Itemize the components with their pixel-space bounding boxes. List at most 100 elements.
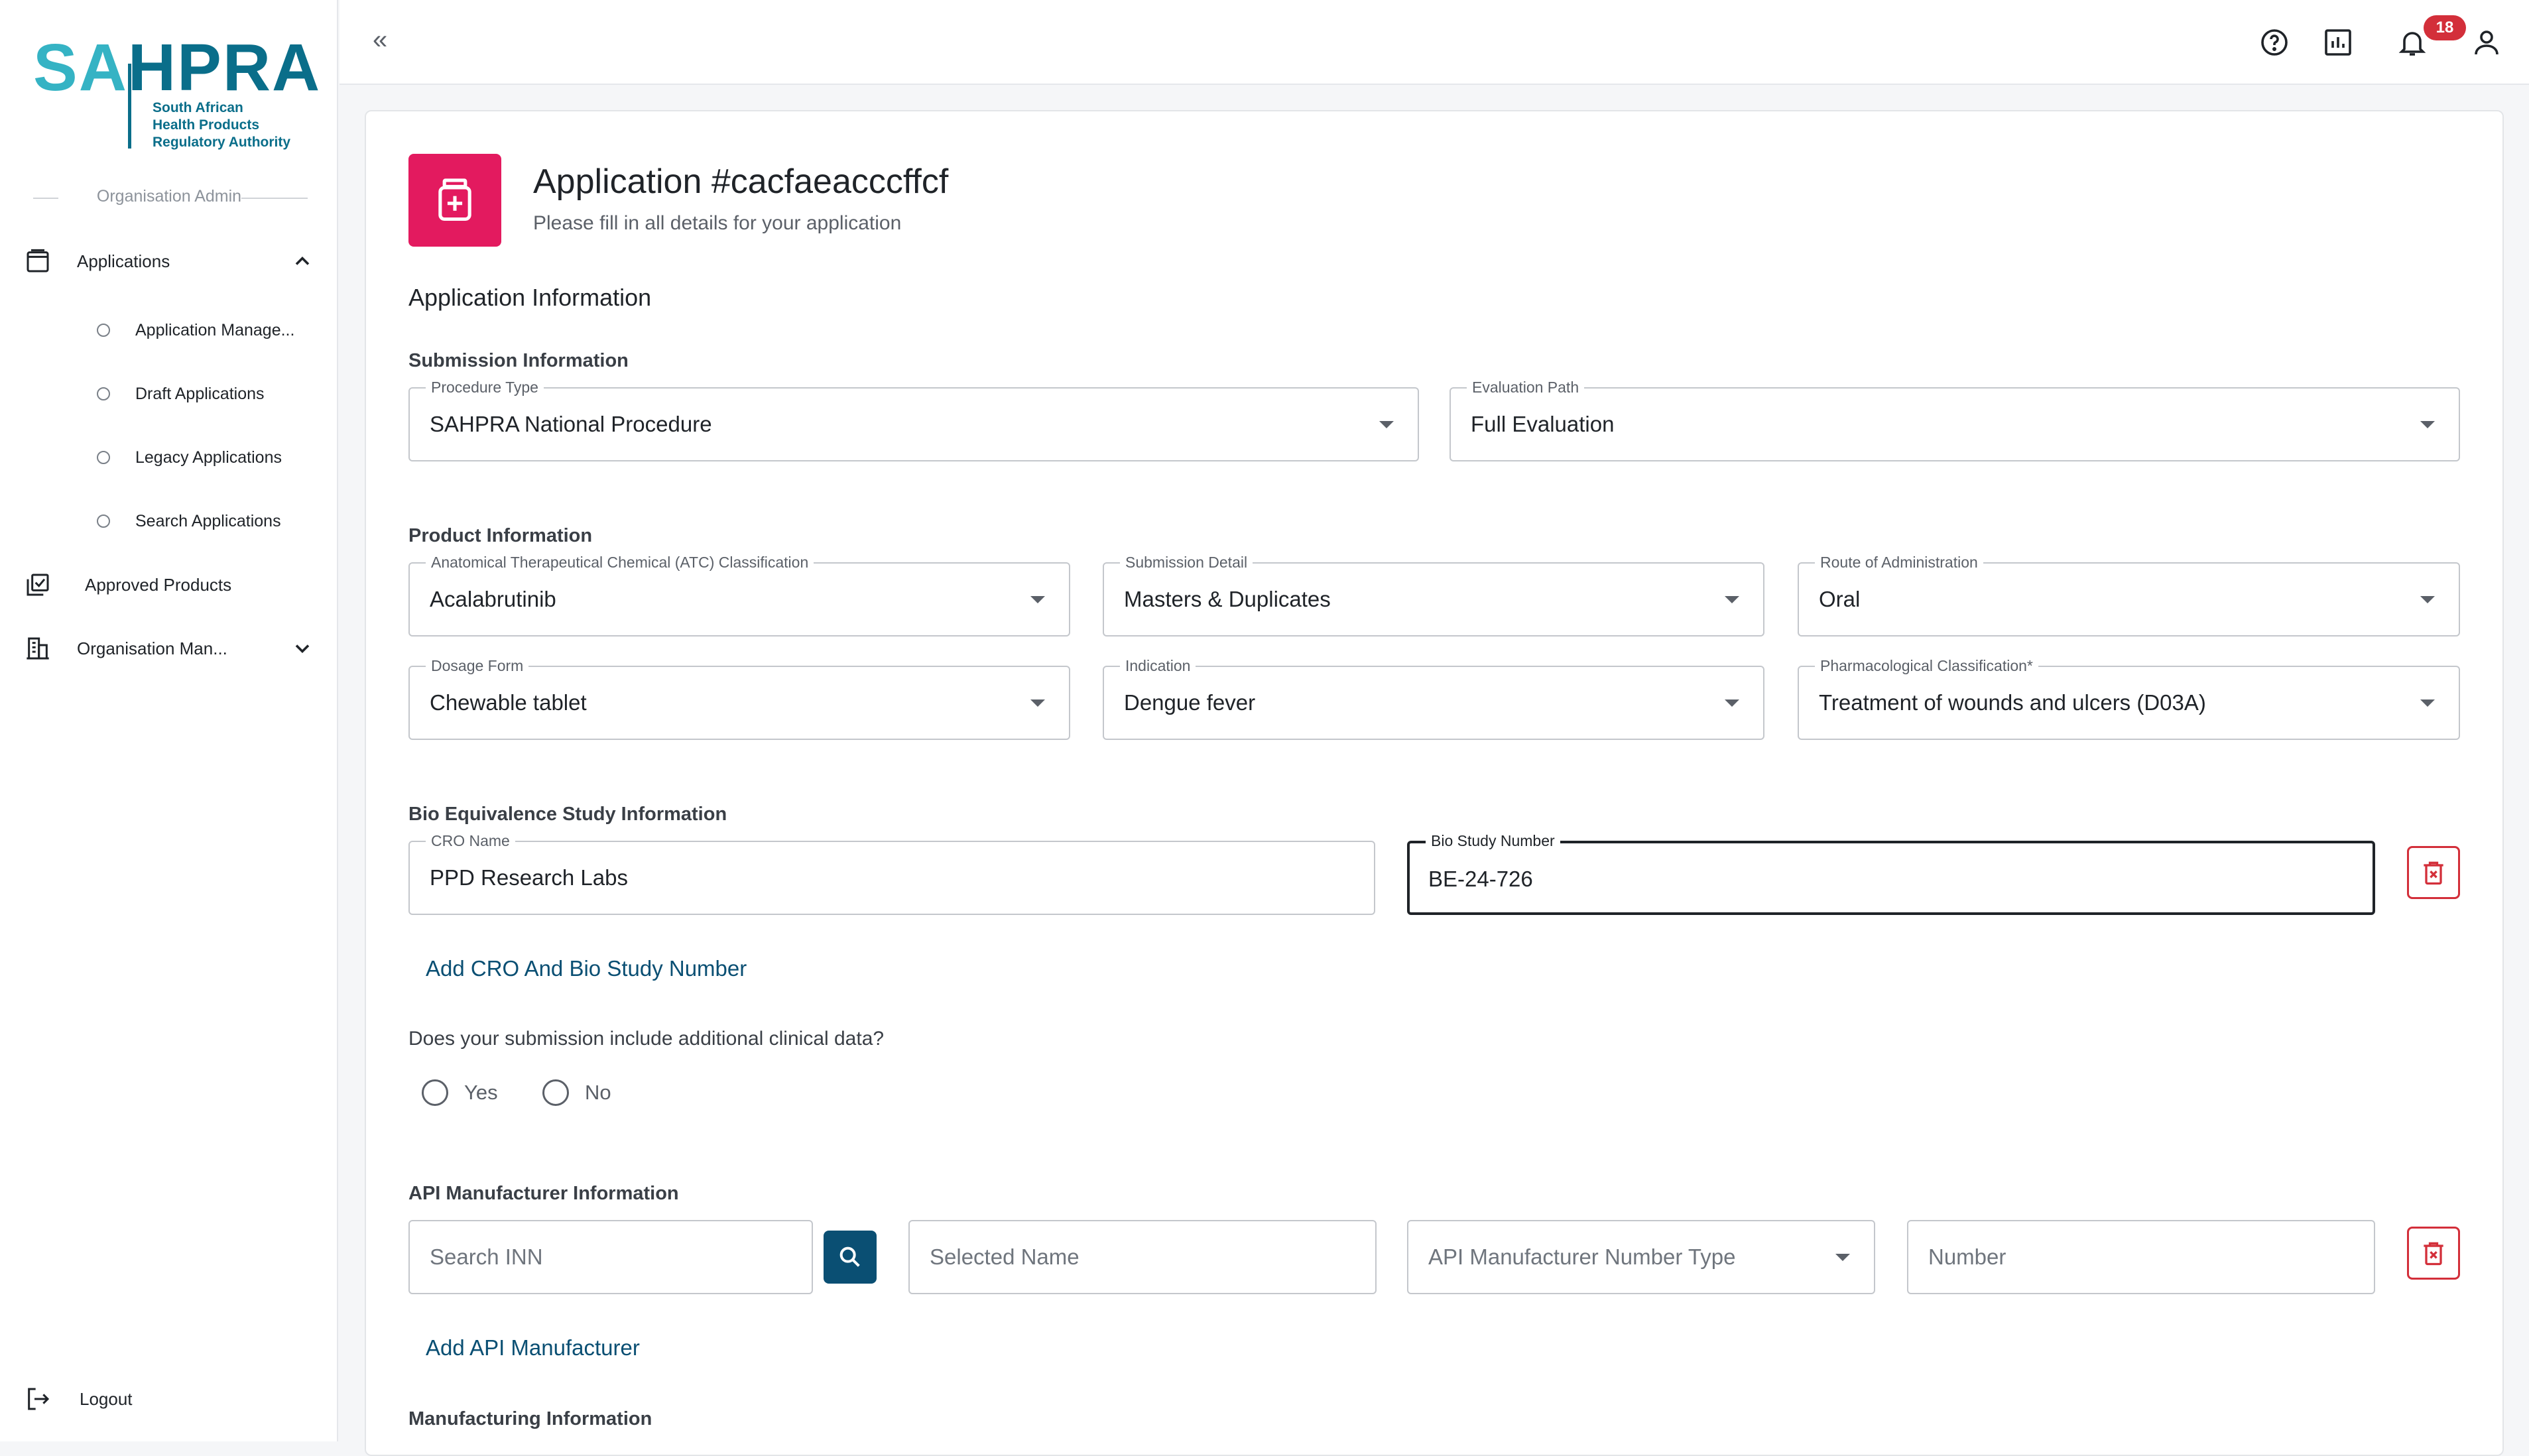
- dosage-form-select[interactable]: Dosage Form Chewable tablet: [408, 657, 1070, 740]
- field-placeholder: Selected Name: [930, 1244, 1079, 1269]
- sidebar-item-draft-applications[interactable]: Draft Applications: [97, 375, 265, 412]
- field-placeholder: Number: [1928, 1244, 2006, 1269]
- logo-subtitle-line2: Health Products: [153, 117, 260, 133]
- field-value: Masters & Duplicates: [1124, 587, 1331, 611]
- sidebar-item-applications[interactable]: Applications: [23, 241, 314, 281]
- delete-api-manufacturer-button[interactable]: [2407, 1227, 2460, 1280]
- atc-classification-select[interactable]: Anatomical Therapeutical Chemical (ATC) …: [408, 554, 1070, 637]
- clinical-data-question: Does your submission include additional …: [408, 1028, 885, 1050]
- logo-subtitle-line1: South African: [153, 100, 243, 115]
- chevron-down-icon[interactable]: [290, 637, 314, 660]
- circle-icon: [97, 451, 110, 464]
- sidebar-item-label: Organisation Man...: [77, 638, 227, 658]
- logo-sa: SA: [33, 30, 128, 105]
- logo[interactable]: SAHPRA: [33, 34, 321, 101]
- search-inn-button[interactable]: [824, 1231, 877, 1284]
- dropdown-arrow-icon: [1725, 596, 1739, 603]
- chevron-up-icon[interactable]: [290, 249, 314, 273]
- sidebar-item-label: Draft Applications: [135, 384, 265, 403]
- circle-icon: [97, 387, 110, 400]
- field-placeholder: API Manufacturer Number Type: [1428, 1244, 1736, 1269]
- field-value: Oral: [1819, 587, 1861, 611]
- submission-detail-select[interactable]: Submission Detail Masters & Duplicates: [1103, 554, 1764, 637]
- add-cro-link[interactable]: Add CRO And Bio Study Number: [426, 956, 747, 981]
- report-chart-icon[interactable]: [2322, 27, 2354, 58]
- indication-select[interactable]: Indication Dengue fever: [1103, 657, 1764, 740]
- page-subtitle: Please fill in all details for your appl…: [533, 212, 902, 234]
- logout-icon: [23, 1384, 53, 1414]
- group-title-bio-equivalence: Bio Equivalence Study Information: [408, 804, 727, 825]
- group-title-api-manufacturer: API Manufacturer Information: [408, 1183, 679, 1204]
- group-title-manufacturing: Manufacturing Information: [408, 1408, 652, 1429]
- sidebar-item-label: Approved Products: [85, 574, 232, 595]
- sidebar-item-label: Application Manage...: [135, 320, 295, 339]
- sidebar-item-search-applications[interactable]: Search Applications: [97, 503, 281, 540]
- cro-name-input[interactable]: CRO Name PPD Research Labs: [408, 832, 1375, 915]
- collapse-sidebar-button[interactable]: «: [373, 25, 387, 55]
- group-title-submission: Submission Information: [408, 350, 629, 371]
- group-title-product: Product Information: [408, 525, 593, 546]
- logout-button[interactable]: Logout: [23, 1379, 314, 1419]
- radio-circle-icon: [422, 1079, 448, 1106]
- api-manufacturer-number-type-select[interactable]: API Manufacturer Number Type: [1407, 1220, 1875, 1294]
- building-icon: [23, 633, 53, 664]
- radio-circle-icon: [542, 1079, 569, 1106]
- logout-label: Logout: [80, 1388, 133, 1409]
- trash-icon: [2424, 861, 2443, 885]
- top-bar: «: [339, 0, 2529, 85]
- applications-icon: [23, 246, 53, 276]
- dropdown-arrow-icon: [1725, 699, 1739, 707]
- procedure-type-select[interactable]: Procedure Type SAHPRA National Procedure: [408, 379, 1419, 461]
- delete-bio-study-button[interactable]: [2407, 846, 2460, 899]
- sidebar-item-approved-products[interactable]: Approved Products: [23, 565, 314, 605]
- field-value: Acalabrutinib: [430, 587, 556, 611]
- clinical-yes-radio[interactable]: Yes: [422, 1078, 498, 1107]
- field-value: SAHPRA National Procedure: [430, 412, 712, 436]
- field-value: Chewable tablet: [430, 690, 587, 715]
- field-value: Treatment of wounds and ulcers (D03A): [1819, 690, 2206, 715]
- user-profile-icon[interactable]: [2471, 27, 2502, 58]
- sidebar-item-application-management[interactable]: Application Manage...: [97, 312, 294, 349]
- page-title: Application #cacfaeacccffcf: [533, 162, 949, 201]
- radio-label: No: [585, 1081, 611, 1104]
- radio-label: Yes: [464, 1081, 498, 1104]
- circle-icon: [97, 324, 110, 337]
- field-value: Full Evaluation: [1471, 412, 1615, 436]
- sidebar-item-legacy-applications[interactable]: Legacy Applications: [97, 439, 282, 476]
- route-of-administration-select[interactable]: Route of Administration Oral: [1798, 554, 2460, 637]
- dropdown-arrow-icon: [2420, 421, 2435, 428]
- logo-hpra: HPRA: [127, 30, 322, 105]
- role-label: Organisation Admin: [96, 187, 242, 206]
- evaluation-path-select[interactable]: Evaluation Path Full Evaluation: [1450, 379, 2460, 461]
- dropdown-arrow-icon: [1030, 699, 1045, 707]
- field-value: Dengue fever: [1124, 690, 1256, 715]
- search-inn-input[interactable]: Search INN: [408, 1220, 813, 1294]
- approved-products-icon: [23, 570, 53, 600]
- logo-subtitle: South African Health Products Regulatory…: [153, 99, 290, 151]
- field-placeholder: Search INN: [430, 1244, 543, 1269]
- trash-icon: [2424, 1242, 2443, 1266]
- dropdown-arrow-icon: [1030, 596, 1045, 603]
- dropdown-arrow-icon: [2420, 596, 2435, 603]
- search-icon: [839, 1246, 860, 1267]
- notification-badge: 18: [2424, 15, 2466, 40]
- selected-name-input[interactable]: Selected Name: [908, 1220, 1377, 1294]
- pharmacological-classification-select[interactable]: Pharmacological Classification* Treatmen…: [1798, 657, 2460, 740]
- medicine-bottle-icon: [408, 154, 501, 247]
- sidebar: SAHPRA South African Health Products Reg…: [0, 0, 338, 1441]
- role-divider-right: [241, 198, 308, 199]
- add-api-manufacturer-link[interactable]: Add API Manufacturer: [426, 1335, 640, 1361]
- field-value: PPD Research Labs: [430, 865, 628, 890]
- circle-icon: [97, 515, 110, 528]
- clinical-no-radio[interactable]: No: [542, 1078, 611, 1107]
- dropdown-arrow-icon: [1379, 421, 1394, 428]
- sidebar-item-organisation-management[interactable]: Organisation Man...: [23, 629, 314, 668]
- sidebar-item-label: Search Applications: [135, 511, 281, 530]
- sidebar-item-label: Legacy Applications: [135, 448, 282, 467]
- logo-subtitle-line3: Regulatory Authority: [153, 135, 291, 150]
- help-icon[interactable]: [2258, 27, 2290, 58]
- bio-study-number-input[interactable]: Bio Study Number BE-24-726: [1407, 832, 2375, 915]
- api-number-input[interactable]: Number: [1907, 1220, 2375, 1294]
- logo-bar: [128, 64, 131, 149]
- section-title-application-information: Application Information: [408, 284, 652, 311]
